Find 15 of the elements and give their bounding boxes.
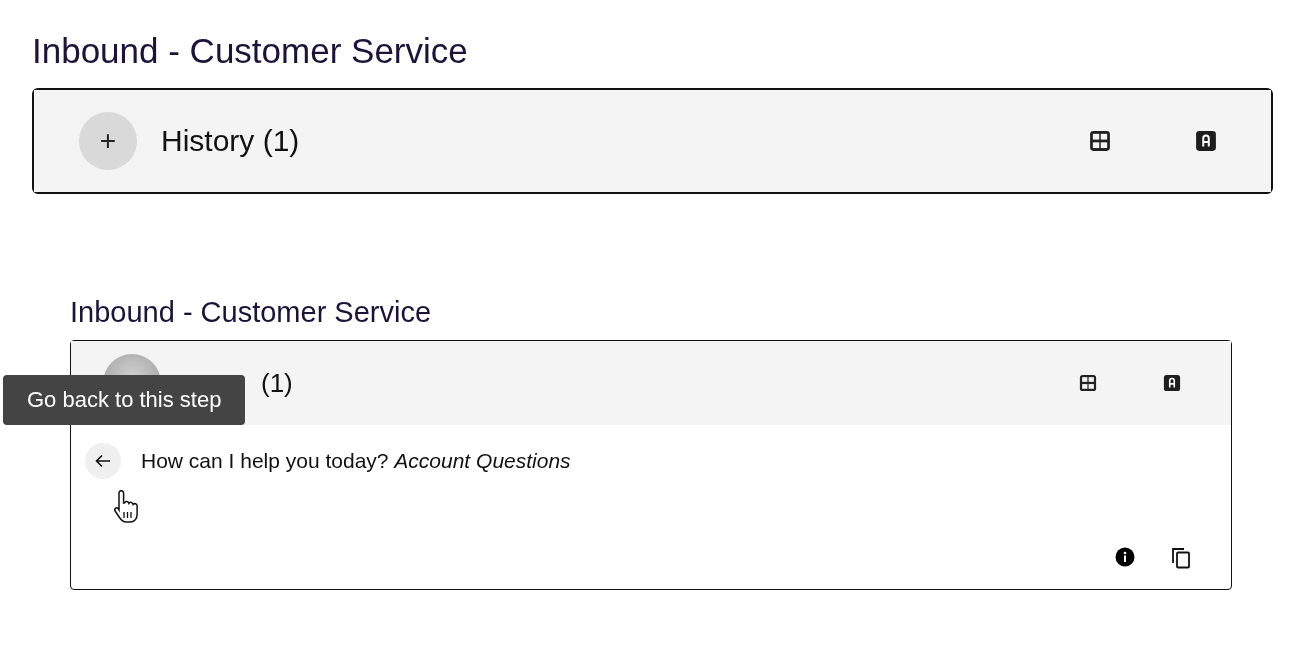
back-button[interactable] <box>85 443 121 479</box>
copy-icon[interactable] <box>1171 547 1191 569</box>
history-label: History (1) <box>161 124 301 158</box>
letter-tile-icon[interactable] <box>1163 374 1181 392</box>
section-title: Inbound - Customer Service <box>70 295 433 330</box>
info-icon[interactable] <box>1115 547 1135 567</box>
history-label: (1) <box>261 367 294 399</box>
history-entry: How can I help you today? Account Questions <box>141 449 571 473</box>
table-icon[interactable] <box>1089 130 1111 152</box>
table-icon[interactable] <box>1079 374 1097 392</box>
back-arrow-icon <box>95 454 111 468</box>
tooltip: Go back to this step <box>3 375 246 425</box>
letter-tile-icon[interactable] <box>1195 130 1217 152</box>
section-title: Inbound - Customer Service <box>32 30 469 72</box>
expand-button[interactable]: + <box>79 112 137 170</box>
